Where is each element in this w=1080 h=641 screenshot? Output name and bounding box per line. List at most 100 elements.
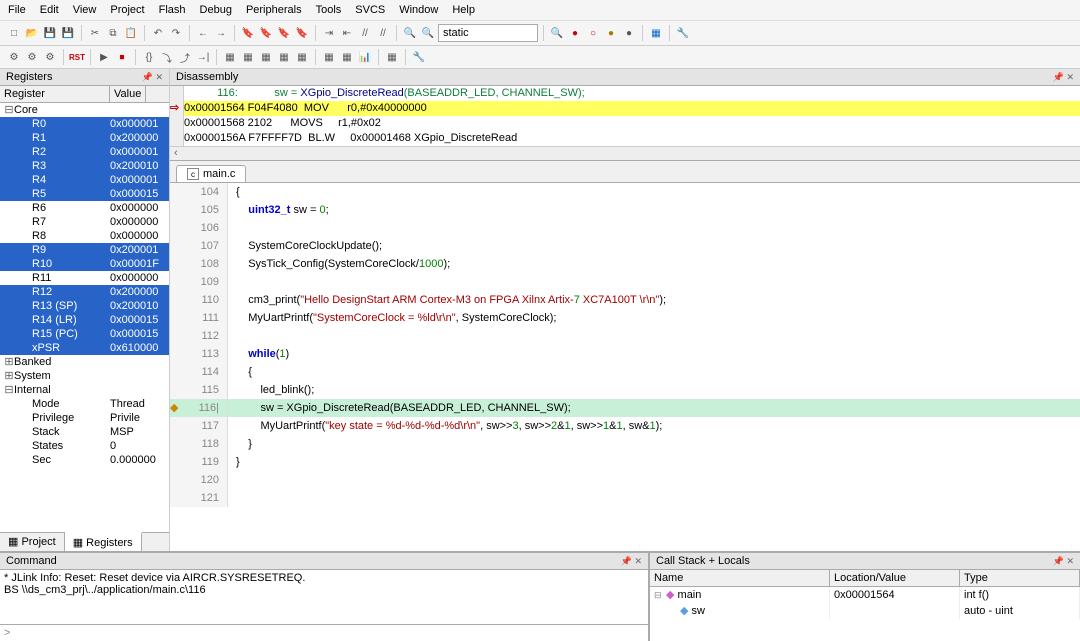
stepout-icon[interactable]: ⤴ <box>177 49 193 65</box>
runto-icon[interactable]: →| <box>195 49 211 65</box>
nav-back-icon[interactable]: ← <box>195 25 211 41</box>
menu-peripherals[interactable]: Peripherals <box>246 4 302 16</box>
register-row[interactable]: R90x200001 <box>0 243 169 257</box>
win3-icon[interactable]: ▦ <box>258 49 274 65</box>
run-icon[interactable]: ▶ <box>96 49 112 65</box>
code-line[interactable]: 114 { <box>170 363 1080 381</box>
code-line[interactable]: 105 uint32_t sw = 0; <box>170 201 1080 219</box>
menu-flash[interactable]: Flash <box>159 4 186 16</box>
code-line[interactable]: 111 MyUartPrintf("SystemCoreClock = %ld\… <box>170 309 1080 327</box>
tab-registers[interactable]: ▦ Registers <box>65 532 142 551</box>
code-line[interactable]: 112 <box>170 327 1080 345</box>
command-output[interactable]: * JLink Info: Reset: Reset device via AI… <box>0 570 648 624</box>
paste-icon[interactable]: 📋 <box>123 25 139 41</box>
cut-icon[interactable]: ✂ <box>87 25 103 41</box>
register-row[interactable]: R80x000000 <box>0 229 169 243</box>
code-line[interactable]: 104{ <box>170 183 1080 201</box>
menu-edit[interactable]: Edit <box>40 4 59 16</box>
bookmark-next-icon[interactable]: 🔖 <box>276 25 292 41</box>
code-line[interactable]: 120 <box>170 471 1080 489</box>
code-line[interactable]: ◆116| sw = XGpio_DiscreteRead(BASEADDR_L… <box>170 399 1080 417</box>
stepover-icon[interactable]: ⤵ <box>159 49 175 65</box>
register-row[interactable]: ⊟Core <box>0 103 169 117</box>
analyze-icon[interactable]: 📊 <box>357 49 373 65</box>
registers-tree[interactable]: ⊟CoreR00x000001R10x200000R20x000001R30x2… <box>0 103 169 532</box>
code-line[interactable]: 117 MyUartPrintf("key state = %d-%d-%d-%… <box>170 417 1080 435</box>
disasm-scrollbar[interactable]: ‹ <box>170 146 1080 160</box>
bookmark-icon[interactable]: 🔖 <box>240 25 256 41</box>
trace-icon[interactable]: ▦ <box>384 49 400 65</box>
register-row[interactable]: ⊟Internal <box>0 383 169 397</box>
bp4-icon[interactable]: ● <box>621 25 637 41</box>
config-icon[interactable]: 🔧 <box>675 25 691 41</box>
code-line[interactable]: 108 SysTick_Config(SystemCoreClock/1000)… <box>170 255 1080 273</box>
bp3-icon[interactable]: ● <box>603 25 619 41</box>
register-row[interactable]: R120x200000 <box>0 285 169 299</box>
rst-icon[interactable]: RST <box>69 49 85 65</box>
bp-icon[interactable]: ● <box>567 25 583 41</box>
redo-icon[interactable]: ↷ <box>168 25 184 41</box>
menu-svcs[interactable]: SVCS <box>355 4 385 16</box>
rebuild-icon[interactable]: ⚙ <box>24 49 40 65</box>
tab-project[interactable]: ▦ Project <box>0 533 65 551</box>
register-row[interactable]: R100x00001F <box>0 257 169 271</box>
register-row[interactable]: R110x000000 <box>0 271 169 285</box>
menu-view[interactable]: View <box>73 4 97 16</box>
code-line[interactable]: 110 cm3_print("Hello DesignStart ARM Cor… <box>170 291 1080 309</box>
code-line[interactable]: 107 SystemCoreClockUpdate(); <box>170 237 1080 255</box>
open-icon[interactable]: 📂 <box>24 25 40 41</box>
find-icon[interactable]: 🔍 <box>402 25 418 41</box>
save-icon[interactable]: 💾 <box>42 25 58 41</box>
comment-icon[interactable]: // <box>357 25 373 41</box>
disasm-line[interactable]: ⇨0x00001564 F04F4080 MOV r0,#0x40000000 <box>170 101 1080 116</box>
win1-icon[interactable]: ▦ <box>222 49 238 65</box>
callstack-row[interactable]: ⊟◆ main0x00001564int f() <box>650 587 1080 603</box>
pin-icon[interactable]: 📌 ✕ <box>142 72 163 83</box>
findinfiles-icon[interactable]: 🔍 <box>420 25 436 41</box>
tools-icon[interactable]: 🔧 <box>411 49 427 65</box>
code-line[interactable]: 113 while(1) <box>170 345 1080 363</box>
editor-tab-main[interactable]: c main.c <box>176 165 246 182</box>
menu-window[interactable]: Window <box>399 4 438 16</box>
disasm-line[interactable]: 116: sw = XGpio_DiscreteRead(BASEADDR_LE… <box>170 86 1080 101</box>
register-row[interactable]: States0 <box>0 439 169 453</box>
code-line[interactable]: 118 } <box>170 435 1080 453</box>
register-row[interactable]: R60x000000 <box>0 201 169 215</box>
register-row[interactable]: R70x000000 <box>0 215 169 229</box>
code-line[interactable]: 121 <box>170 489 1080 507</box>
register-row[interactable]: StackMSP <box>0 425 169 439</box>
menu-project[interactable]: Project <box>110 4 144 16</box>
code-line[interactable]: 106 <box>170 219 1080 237</box>
copy-icon[interactable]: ⧉ <box>105 25 121 41</box>
saveall-icon[interactable]: 💾 <box>60 25 76 41</box>
new-icon[interactable]: □ <box>6 25 22 41</box>
disasm-line[interactable]: 0x0000156A F7FFFF7D BL.W 0x00001468 XGpi… <box>170 131 1080 146</box>
menu-debug[interactable]: Debug <box>200 4 232 16</box>
win2-icon[interactable]: ▦ <box>240 49 256 65</box>
command-input[interactable]: > <box>0 624 648 641</box>
register-row[interactable]: R15 (PC)0x000015 <box>0 327 169 341</box>
nav-fwd-icon[interactable]: → <box>213 25 229 41</box>
code-line[interactable]: 109 <box>170 273 1080 291</box>
menu-tools[interactable]: Tools <box>316 4 342 16</box>
register-row[interactable]: ⊞Banked <box>0 355 169 369</box>
win4-icon[interactable]: ▦ <box>276 49 292 65</box>
code-line[interactable]: 115 led_blink(); <box>170 381 1080 399</box>
register-row[interactable]: R14 (LR)0x000015 <box>0 313 169 327</box>
register-row[interactable]: R50x000015 <box>0 187 169 201</box>
batch-icon[interactable]: ⚙ <box>42 49 58 65</box>
bp2-icon[interactable]: ○ <box>585 25 601 41</box>
pin-icon[interactable]: 📌 ✕ <box>621 556 642 567</box>
register-row[interactable]: R00x000001 <box>0 117 169 131</box>
register-row[interactable]: R40x000001 <box>0 173 169 187</box>
pin-icon[interactable]: 📌 ✕ <box>1053 72 1074 83</box>
stop-icon[interactable]: ⏹ <box>114 49 130 65</box>
window-icon[interactable]: ▦ <box>648 25 664 41</box>
register-row[interactable]: R10x200000 <box>0 131 169 145</box>
undo-icon[interactable]: ↶ <box>150 25 166 41</box>
find-combo[interactable]: static <box>438 24 538 42</box>
menu-help[interactable]: Help <box>452 4 475 16</box>
step-icon[interactable]: {} <box>141 49 157 65</box>
code-editor[interactable]: 104{105 uint32_t sw = 0;106107 SystemCor… <box>170 183 1080 551</box>
pin-icon[interactable]: 📌 ✕ <box>1053 556 1074 567</box>
